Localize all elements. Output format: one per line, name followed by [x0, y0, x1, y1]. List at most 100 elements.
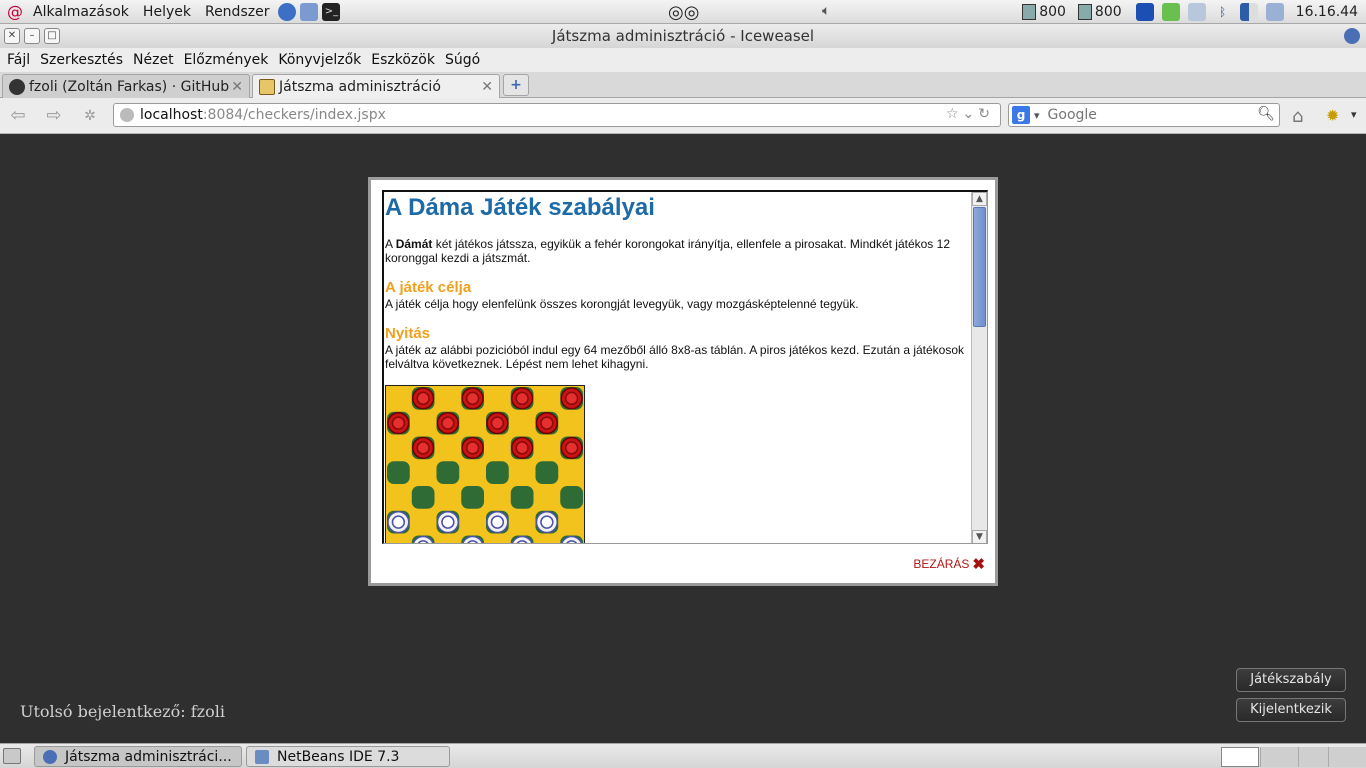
clock[interactable]: 16.16.44: [1296, 4, 1358, 20]
debian-swirl-icon[interactable]: @: [6, 2, 24, 21]
rules-title: A Dáma Játék szabályai: [385, 194, 655, 221]
show-desktop-icon[interactable]: [3, 748, 21, 764]
red-piece-center: [564, 391, 579, 406]
tab-close-icon[interactable]: ✕: [481, 79, 493, 95]
rules-button[interactable]: Játékszabály: [1236, 668, 1346, 692]
red-piece-center: [391, 416, 406, 430]
search-input[interactable]: [1047, 107, 1248, 123]
battery-icon[interactable]: [1265, 3, 1284, 21]
menu-tools[interactable]: Eszközök: [366, 52, 440, 68]
addon-dropdown-icon[interactable]: ▾: [1351, 108, 1357, 121]
forward-arrow-icon[interactable]: ⇨: [42, 106, 66, 126]
back-arrow-icon[interactable]: ⇦: [6, 106, 30, 126]
window-controls: ✕ – □: [4, 28, 60, 44]
board-dark-square: [411, 486, 435, 509]
sync-icon[interactable]: ✲: [78, 106, 102, 126]
cpu-freq-1: 800: [1022, 4, 1066, 20]
editor-launcher-icon[interactable]: [300, 2, 319, 21]
cpu-freq-1-value: 800: [1039, 4, 1066, 20]
tab-github-label: fzoli (Zoltán Farkas) · GitHub: [29, 78, 230, 95]
rules-scroll-area[interactable]: A Dáma Játék szabályai A Dámát két játék…: [382, 190, 988, 544]
bluetooth-icon[interactable]: ᛒ: [1214, 3, 1232, 21]
rules-content: A Dáma Játék szabályai A Dámát két játék…: [384, 192, 987, 543]
tab-admin[interactable]: Játszma adminisztráció ✕: [252, 74, 500, 98]
taskbar-item-netbeans[interactable]: NetBeans IDE 7.3: [246, 746, 450, 767]
update-notifier-icon[interactable]: [1135, 3, 1154, 21]
window-maximize-button[interactable]: □: [44, 28, 60, 44]
scroll-thumb[interactable]: [973, 207, 986, 327]
connection-icon[interactable]: [1187, 3, 1206, 21]
iceweasel-icon: [43, 749, 57, 764]
red-piece-center: [515, 441, 529, 455]
menu-file[interactable]: Fájl: [2, 52, 35, 68]
close-dialog-button[interactable]: BEZÁRÁS ✖: [913, 555, 985, 573]
places-menu[interactable]: Helyek: [136, 4, 198, 20]
checkers-board-graphic: [386, 386, 584, 543]
terminal-launcher-icon[interactable]: >_: [322, 2, 341, 21]
window-close-button[interactable]: ✕: [4, 28, 20, 44]
panel-status-area: 800 800 ᛒ 16.16.44: [1022, 0, 1358, 24]
navigation-toolbar: ⇦ ⇨ ✲ localhost:8084/checkers/index.jspx…: [0, 98, 1366, 134]
url-host: localhost: [140, 107, 203, 123]
url-bar[interactable]: localhost:8084/checkers/index.jspx ☆⌄↻: [113, 103, 1001, 127]
new-tab-button[interactable]: +: [503, 74, 529, 96]
page-content: A Dáma Játék szabályai A Dámát két játék…: [0, 135, 1366, 743]
engine-dropdown-icon[interactable]: ▾: [1034, 109, 1040, 122]
menu-bookmarks[interactable]: Könyvjelzők: [273, 52, 366, 68]
white-piece-center: [540, 515, 554, 529]
red-piece-center: [540, 416, 554, 430]
window-titlebar[interactable]: ✕ – □ Játszma adminisztráció - Iceweasel: [0, 24, 1366, 48]
url-bar-actions: ☆⌄↻: [946, 106, 994, 122]
cpu-freq-2: 800: [1077, 4, 1122, 20]
close-dialog-label: BEZÁRÁS: [913, 557, 970, 571]
board-dark-square: [510, 486, 534, 509]
intro-bold: Dámát: [395, 237, 433, 251]
signal-icon[interactable]: [1239, 3, 1258, 21]
red-piece-center: [465, 441, 480, 455]
red-piece-center: [515, 391, 529, 406]
workspace-4[interactable]: [1328, 747, 1366, 767]
goal-heading: A játék célja: [385, 279, 472, 296]
taskbar-item-browser-label: Játszma adminisztráci...: [65, 748, 232, 765]
tab-close-icon[interactable]: ✕: [231, 79, 243, 95]
workspace-2[interactable]: [1260, 747, 1298, 767]
history-dropdown-icon[interactable]: ⌄: [963, 106, 979, 122]
reload-icon[interactable]: ↻: [978, 106, 994, 122]
menubar: Fájl Szerkesztés Nézet Előzmények Könyvj…: [0, 48, 1366, 72]
tab-github[interactable]: fzoli (Zoltán Farkas) · GitHub ✕: [2, 74, 250, 98]
tab-bar: fzoli (Zoltán Farkas) · GitHub ✕ Játszma…: [0, 72, 1366, 98]
site-identity-icon[interactable]: [120, 108, 134, 122]
scroll-up-icon[interactable]: ▲: [972, 192, 987, 206]
addon-icon[interactable]: ✹: [1326, 106, 1339, 125]
board-dark-square: [387, 461, 410, 484]
menu-edit[interactable]: Szerkesztés: [35, 52, 128, 68]
red-piece-center: [564, 441, 579, 455]
menu-view[interactable]: Nézet: [128, 52, 179, 68]
goal-text: A játék célja hogy elenfelünk összes kor…: [385, 297, 859, 311]
menu-history[interactable]: Előzmények: [179, 52, 274, 68]
google-engine-icon[interactable]: g: [1012, 106, 1030, 124]
taskbar-item-browser[interactable]: Játszma adminisztráci...: [34, 746, 242, 767]
github-icon: [9, 78, 25, 95]
home-icon[interactable]: ⌂: [1292, 106, 1303, 127]
window-minimize-button[interactable]: –: [24, 28, 40, 44]
workspace-1[interactable]: [1221, 747, 1259, 767]
applications-menu[interactable]: Alkalmazások: [26, 4, 136, 20]
cpu-chip-icon: [1022, 4, 1037, 20]
network-icon[interactable]: [1161, 3, 1180, 21]
volume-muted-icon[interactable]: 🔈︎: [822, 3, 830, 19]
netbeans-icon: [255, 749, 269, 764]
menu-help[interactable]: Súgó: [440, 52, 485, 68]
cpu-freq-2-value: 800: [1094, 4, 1122, 20]
scroll-down-icon[interactable]: ▼: [972, 530, 987, 543]
checkers-board-image: [385, 385, 585, 543]
browser-launcher-icon[interactable]: [278, 2, 297, 21]
search-bar: g ▾ 🔍︎: [1008, 103, 1280, 127]
panel-menus: @ Alkalmazások Helyek Rendszer >_: [0, 2, 342, 21]
white-piece-center: [391, 515, 406, 529]
rules-scrollbar[interactable]: ▲ ▼: [971, 192, 987, 543]
search-icon[interactable]: 🔍︎: [1257, 106, 1275, 122]
system-menu[interactable]: Rendszer: [198, 4, 276, 20]
bookmark-star-icon[interactable]: ☆: [946, 106, 963, 122]
logout-button[interactable]: Kijelentkezik: [1236, 698, 1346, 722]
